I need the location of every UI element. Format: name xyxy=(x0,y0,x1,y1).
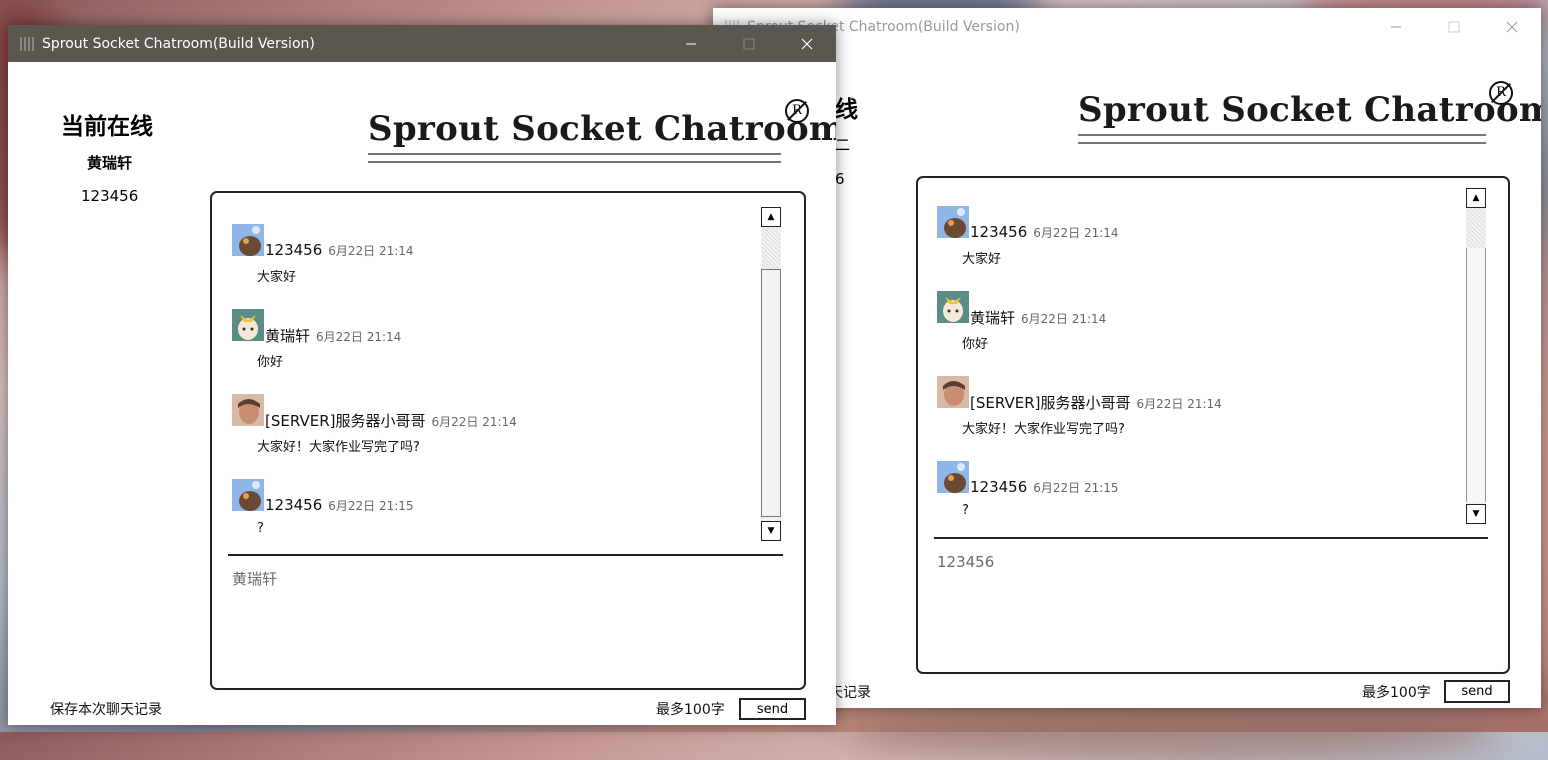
message-sender: 123456 xyxy=(265,241,323,259)
message-sender: 123456 xyxy=(970,223,1028,241)
scroll-up-button[interactable]: ▲ xyxy=(761,207,781,227)
maximize-icon xyxy=(743,38,755,49)
message-sender: 黄瑞轩 xyxy=(970,309,1016,327)
message-time: 6月22日 21:14 xyxy=(1021,312,1107,326)
scroll-track-stipple xyxy=(1467,208,1485,248)
message-time: 6月22日 21:15 xyxy=(328,499,414,513)
close-icon xyxy=(801,38,813,49)
scroll-thumb[interactable] xyxy=(1466,248,1486,502)
minimize-icon xyxy=(686,43,696,44)
minimize-icon xyxy=(1391,26,1401,27)
online-user: 黄瑞轩 xyxy=(87,154,133,172)
scroll-thumb[interactable] xyxy=(761,269,781,517)
message-text: 大家好 xyxy=(257,270,297,285)
registered-mark-icon: R xyxy=(785,99,809,123)
brand-title: Sprout Socket Chatroom xyxy=(368,109,836,149)
message-sender: 黄瑞轩 xyxy=(265,327,311,345)
message-input[interactable]: 黄瑞轩 xyxy=(232,568,277,589)
message-scrollbar[interactable]: ▲ ▼ xyxy=(1466,188,1486,524)
message-text: 你好 xyxy=(962,337,989,352)
message-input[interactable]: 123456 xyxy=(937,553,994,571)
brand-logo: Sprout Socket Chatroom xyxy=(1078,90,1541,144)
brand-title: Sprout Socket Chatroom xyxy=(1078,90,1541,130)
message-time: 6月22日 21:14 xyxy=(1136,397,1222,411)
scroll-track-stipple xyxy=(762,227,780,269)
brand-underline xyxy=(1078,134,1486,144)
cat-avatar xyxy=(937,206,969,238)
cat-avatar xyxy=(232,224,264,256)
close-icon xyxy=(1506,21,1518,32)
message-text: 大家好！大家作业写完了吗? xyxy=(257,440,420,455)
cat-avatar xyxy=(937,461,969,493)
brand-logo: Sprout Socket Chatroom xyxy=(368,109,836,163)
chat-window-front: Sprout Socket Chatroom(Build Version) 当前… xyxy=(8,25,836,725)
window-title: Sprout Socket Chatroom(Build Version) xyxy=(42,35,315,52)
online-title-partial: 线 xyxy=(835,96,858,123)
message-time: 6月22日 21:14 xyxy=(1033,226,1119,240)
background-blob xyxy=(840,700,1500,760)
maximize-button[interactable] xyxy=(720,25,778,62)
message-sender: [SERVER]服务器小哥哥 xyxy=(970,394,1131,412)
close-button[interactable] xyxy=(1483,8,1541,45)
message-sender: 123456 xyxy=(970,478,1028,496)
message-text: 大家好！大家作业写完了吗? xyxy=(962,422,1125,437)
message-list[interactable]: 123456 6月22日 21:14 大家好 黄瑞轩 6月22日 21:14 你好 … xyxy=(937,206,1457,526)
online-user: 二 xyxy=(835,136,851,154)
message-scrollbar[interactable]: ▲ ▼ xyxy=(761,207,781,541)
online-title: 当前在线 xyxy=(61,113,153,140)
message-time: 6月22日 21:14 xyxy=(328,244,414,258)
girl-avatar xyxy=(937,291,969,323)
chat-panel: 123456 6月22日 21:14 大家好 黄瑞轩 6月22日 21:14 你好 … xyxy=(210,191,806,690)
title-bar[interactable]: Sprout Socket Chatroom(Build Version) xyxy=(713,8,1541,45)
minimize-button[interactable] xyxy=(662,25,720,62)
chat-window-back: Sprout Socket Chatroom(Build Version) 线 … xyxy=(713,8,1541,708)
message-time: 6月22日 21:14 xyxy=(431,415,517,429)
maximize-button[interactable] xyxy=(1425,8,1483,45)
boy-avatar xyxy=(937,376,969,408)
brand-underline xyxy=(368,153,781,163)
chat-panel: 123456 6月22日 21:14 大家好 黄瑞轩 6月22日 21:14 你好 … xyxy=(916,176,1510,674)
scroll-down-button[interactable]: ▼ xyxy=(761,521,781,541)
title-bar[interactable]: Sprout Socket Chatroom(Build Version) xyxy=(8,25,836,62)
char-limit-label: 最多100字 xyxy=(656,702,725,718)
message-list[interactable]: 123456 6月22日 21:14 大家好 黄瑞轩 6月22日 21:14 你好 … xyxy=(232,224,752,544)
online-user: 6 xyxy=(835,170,845,188)
message-text: 大家好 xyxy=(962,252,1002,267)
boy-avatar xyxy=(232,394,264,426)
scroll-up-button[interactable]: ▲ xyxy=(1466,188,1486,208)
cat-avatar xyxy=(232,479,264,511)
maximize-icon xyxy=(1448,21,1460,32)
message-text: ? xyxy=(962,503,969,518)
minimize-button[interactable] xyxy=(1367,8,1425,45)
char-limit-label: 最多100字 xyxy=(1362,685,1431,701)
message-text: 你好 xyxy=(257,355,284,370)
online-user: 123456 xyxy=(81,187,139,205)
message-time: 6月22日 21:14 xyxy=(316,330,402,344)
registered-mark-icon: R xyxy=(1489,81,1513,105)
input-divider xyxy=(228,554,783,556)
send-button[interactable]: send xyxy=(739,698,806,720)
input-divider xyxy=(934,537,1488,539)
message-text: ? xyxy=(257,521,264,536)
save-history-link[interactable]: 保存本次聊天记录 xyxy=(50,699,162,719)
girl-avatar xyxy=(232,309,264,341)
scroll-down-button[interactable]: ▼ xyxy=(1466,504,1486,524)
message-sender: [SERVER]服务器小哥哥 xyxy=(265,412,426,430)
message-sender: 123456 xyxy=(265,496,323,514)
close-button[interactable] xyxy=(778,25,836,62)
message-time: 6月22日 21:15 xyxy=(1033,481,1119,495)
app-icon xyxy=(20,36,34,51)
send-button[interactable]: send xyxy=(1444,680,1510,703)
